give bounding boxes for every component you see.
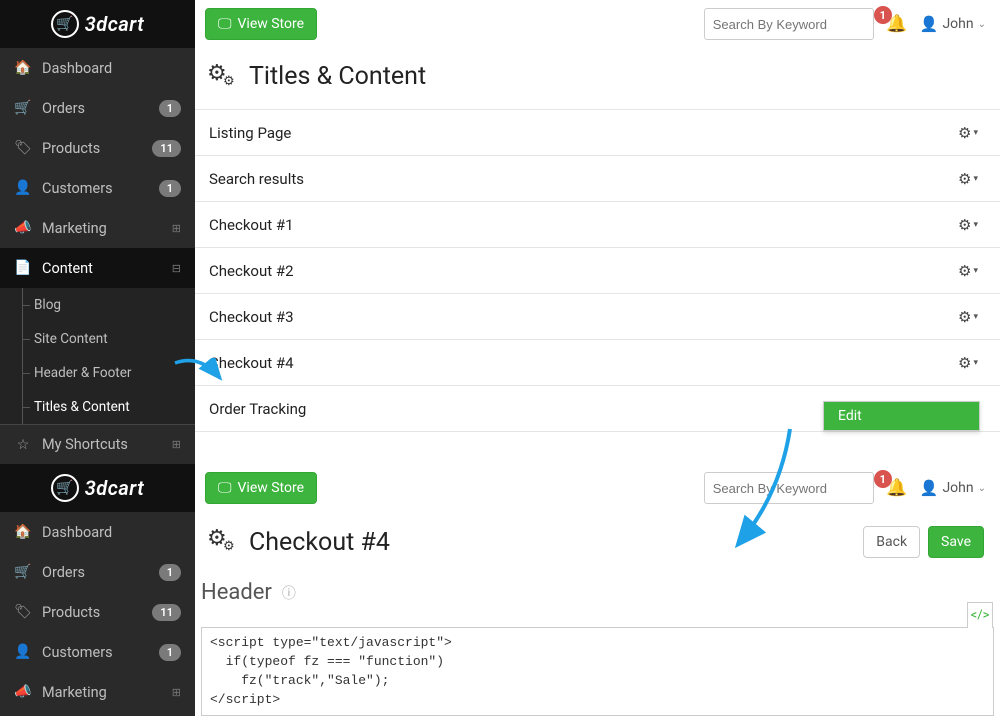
caret-down-icon: ▾ bbox=[973, 312, 978, 322]
notifications[interactable]: 1 🔔 bbox=[884, 14, 910, 34]
back-button[interactable]: Back bbox=[863, 526, 920, 558]
plus-icon: ⊞ bbox=[172, 686, 181, 699]
sidebar-item-marketing[interactable]: 📣Marketing⊞ bbox=[0, 208, 195, 248]
row-actions[interactable]: ⚙▾ bbox=[958, 216, 978, 234]
sidebar-item-shortcuts[interactable]: ☆My Shortcuts⊞ bbox=[0, 424, 195, 464]
gauge-icon: 🏠 bbox=[14, 60, 32, 76]
star-icon: ☆ bbox=[14, 437, 32, 453]
customers-badge: 1 bbox=[159, 180, 181, 197]
brand-logo[interactable]: 🛒 3dcart bbox=[0, 0, 195, 48]
sidebar-sub-blog[interactable]: Blog bbox=[0, 288, 195, 322]
info-icon[interactable]: ⓘ bbox=[282, 583, 296, 603]
brand-logo[interactable]: 🛒 3dcart bbox=[0, 464, 195, 512]
cart-icon: 🛒 bbox=[14, 100, 32, 116]
caret-down-icon: ▾ bbox=[973, 266, 978, 276]
notif-badge: 1 bbox=[874, 6, 892, 24]
sidebar-item-dashboard[interactable]: 🏠Dashboard bbox=[0, 48, 195, 88]
caret-down-icon: ▾ bbox=[973, 128, 978, 138]
tag-icon: 🏷 bbox=[14, 604, 32, 620]
section-title: Header bbox=[201, 580, 272, 605]
user-menu[interactable]: 👤John⌄ bbox=[920, 479, 986, 497]
products-badge: 11 bbox=[152, 140, 181, 157]
customers-badge: 1 bbox=[159, 644, 181, 661]
sidebar-item-content[interactable]: 📄Content⊟ bbox=[0, 248, 195, 288]
code-content: <script type="text/javascript"> if(typeo… bbox=[202, 628, 993, 715]
sidebar-sub-header-footer[interactable]: Header & Footer bbox=[0, 356, 195, 390]
header-code-editor[interactable]: </> <script type="text/javascript"> if(t… bbox=[201, 627, 994, 716]
bullhorn-icon: 📣 bbox=[14, 220, 32, 236]
gears-icon bbox=[207, 65, 235, 89]
user-icon: 👤 bbox=[14, 644, 32, 660]
list-row-checkout-3[interactable]: Checkout #3⚙▾ bbox=[195, 294, 1000, 340]
orders-badge: 1 bbox=[159, 100, 181, 117]
plus-icon: ⊞ bbox=[172, 438, 181, 451]
notif-badge: 1 bbox=[874, 470, 892, 488]
row-actions[interactable]: ⚙▾ bbox=[958, 262, 978, 280]
page-title: Titles & Content bbox=[249, 62, 426, 91]
sidebar-item-products[interactable]: 🏷Products11 bbox=[0, 592, 195, 632]
caret-down-icon: ⌄ bbox=[978, 19, 986, 30]
caret-down-icon: ⌄ bbox=[978, 483, 986, 494]
bullhorn-icon: 📣 bbox=[14, 684, 32, 700]
monitor-icon: 🖵 bbox=[218, 16, 232, 32]
code-toggle-button[interactable]: </> bbox=[967, 602, 993, 628]
caret-down-icon: ▾ bbox=[973, 220, 978, 230]
sidebar-item-customers[interactable]: 👤Customers1 bbox=[0, 168, 195, 208]
caret-down-icon: ▾ bbox=[973, 174, 978, 184]
user-icon: 👤 bbox=[14, 180, 32, 196]
sidebar-item-dashboard[interactable]: 🏠Dashboard bbox=[0, 512, 195, 552]
caret-down-icon: ▾ bbox=[973, 358, 978, 368]
user-icon: 👤 bbox=[920, 15, 939, 33]
user-icon: 👤 bbox=[920, 479, 939, 497]
list-row-checkout-1[interactable]: Checkout #1⚙▾ bbox=[195, 202, 1000, 248]
save-button[interactable]: Save bbox=[928, 526, 984, 558]
tag-icon: 🏷 bbox=[14, 140, 32, 156]
orders-badge: 1 bbox=[159, 564, 181, 581]
search-box: 🔍 bbox=[704, 472, 874, 504]
row-actions[interactable]: ⚙▾ bbox=[958, 308, 978, 326]
minus-icon: ⊟ bbox=[172, 262, 181, 275]
edit-menu-item[interactable]: Edit bbox=[824, 402, 979, 430]
page-title: Checkout #4 bbox=[249, 528, 390, 557]
gears-icon bbox=[207, 530, 235, 554]
view-store-button[interactable]: 🖵View Store bbox=[205, 472, 317, 504]
view-store-button[interactable]: 🖵View Store bbox=[205, 8, 317, 40]
sidebar-item-orders[interactable]: 🛒Orders1 bbox=[0, 88, 195, 128]
sidebar-item-customers[interactable]: 👤Customers1 bbox=[0, 632, 195, 672]
monitor-icon: 🖵 bbox=[218, 480, 232, 496]
list-row-listing-page[interactable]: Listing Page⚙▾ bbox=[195, 110, 1000, 156]
products-badge: 11 bbox=[152, 604, 181, 621]
cart-icon: 🛒 bbox=[56, 481, 73, 495]
search-input[interactable] bbox=[705, 481, 874, 496]
sidebar-item-products[interactable]: 🏷Products11 bbox=[0, 128, 195, 168]
row-actions[interactable]: ⚙▾ bbox=[958, 354, 978, 372]
document-icon: 📄 bbox=[14, 260, 32, 276]
plus-icon: ⊞ bbox=[172, 222, 181, 235]
cart-icon: 🛒 bbox=[14, 564, 32, 580]
row-actions[interactable]: ⚙▾ bbox=[958, 124, 978, 142]
sidebar-sub-site-content[interactable]: Site Content bbox=[0, 322, 195, 356]
list-row-checkout-4[interactable]: Checkout #4⚙▾ bbox=[195, 340, 1000, 386]
gauge-icon: 🏠 bbox=[14, 524, 32, 540]
list-row-checkout-2[interactable]: Checkout #2⚙▾ bbox=[195, 248, 1000, 294]
cart-icon: 🛒 bbox=[56, 17, 73, 31]
row-actions[interactable]: ⚙▾ bbox=[958, 170, 978, 188]
notifications[interactable]: 1 🔔 bbox=[884, 478, 910, 498]
list-row-search-results[interactable]: Search results⚙▾ bbox=[195, 156, 1000, 202]
sidebar-item-marketing[interactable]: 📣Marketing⊞ bbox=[0, 672, 195, 712]
search-input[interactable] bbox=[705, 17, 874, 32]
search-box: 🔍 bbox=[704, 8, 874, 40]
user-menu[interactable]: 👤John⌄ bbox=[920, 15, 986, 33]
sidebar-sub-titles-content[interactable]: Titles & Content bbox=[0, 390, 195, 424]
row-actions-menu: Edit bbox=[823, 401, 980, 431]
sidebar-item-orders[interactable]: 🛒Orders1 bbox=[0, 552, 195, 592]
